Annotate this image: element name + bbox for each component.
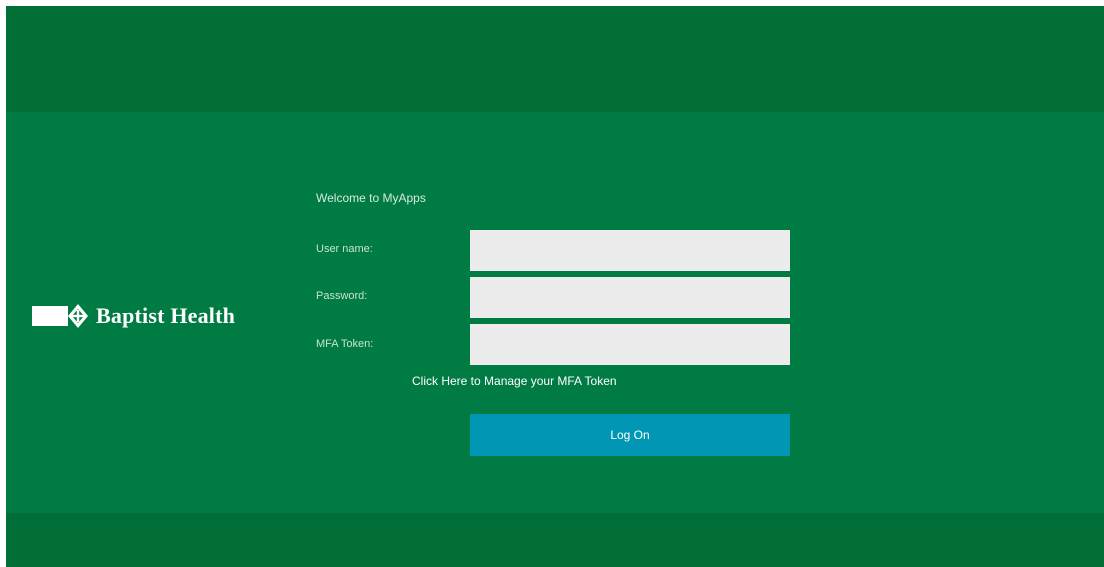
footer-band [6,513,1104,567]
baptist-health-logo-icon [32,302,90,330]
username-input[interactable] [470,230,790,271]
brand-logo: Baptist Health [32,296,235,336]
password-input[interactable] [470,277,790,318]
log-on-button[interactable]: Log On [470,414,790,456]
mfa-token-input[interactable] [470,324,790,365]
login-panel: Baptist Health Welcome to MyApps User na… [6,112,1104,513]
username-label: User name: [316,243,373,255]
header-band [6,6,1104,112]
password-label: Password: [316,290,368,302]
welcome-text: Welcome to MyApps [316,191,426,205]
mfa-token-label: MFA Token: [316,338,374,350]
manage-mfa-token-link[interactable]: Click Here to Manage your MFA Token [412,374,617,388]
login-page: Baptist Health Welcome to MyApps User na… [6,6,1104,567]
brand-name: Baptist Health [96,303,236,328]
